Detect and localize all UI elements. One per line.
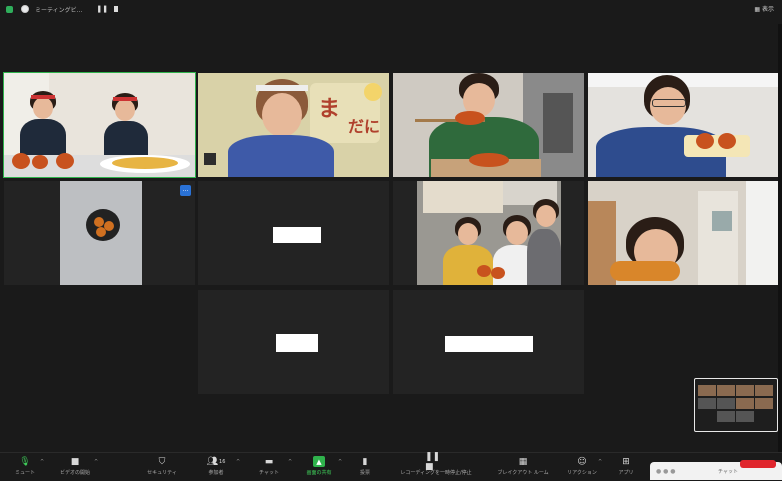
video-options-caret-icon[interactable]: ^: [94, 459, 98, 465]
end-meeting-button[interactable]: [740, 460, 776, 468]
participants-count: 16: [219, 458, 226, 465]
smiley-plus-icon: ☺: [577, 456, 587, 467]
gallery-scrollbar[interactable]: [778, 24, 782, 454]
chat-panel-controls-icon[interactable]: ● ● ●: [656, 468, 676, 475]
stop-icon[interactable]: [114, 6, 119, 12]
breakout-rooms-button[interactable]: ▦ ブレイクアウト ルーム: [492, 453, 554, 481]
reactions-button[interactable]: ☺ リアクション: [562, 453, 602, 481]
video-tile-child-eating[interactable]: [588, 181, 779, 285]
video-tile-family-kitchen[interactable]: [393, 181, 584, 285]
breakout-grid-icon: ▦: [518, 456, 528, 467]
breakout-rooms-label: ブレイクアウト ルーム: [497, 470, 549, 476]
chat-bubble-icon: ▬: [264, 456, 274, 467]
participant-name-placeholder: [445, 336, 533, 352]
chat-label: チャット: [259, 470, 279, 476]
pause-stop-recording-icon: ❚❚ ■: [425, 451, 441, 472]
chat-caret-icon[interactable]: ^: [288, 459, 292, 465]
chat-button[interactable]: ▬ チャット: [252, 453, 286, 481]
video-tile-camera-off-1[interactable]: [198, 181, 389, 285]
mute-label: ミュート: [14, 470, 35, 476]
apps-label: アプリ: [618, 470, 634, 476]
participant-name-placeholder: [273, 227, 321, 243]
security-shield-icon: ⛉: [158, 456, 166, 467]
security-label: セキュリティ: [147, 470, 177, 476]
shield-icon[interactable]: [6, 5, 13, 13]
reactions-label: リアクション: [567, 470, 597, 476]
view-label: 表示: [761, 6, 774, 13]
poll-label: 投票: [359, 470, 370, 476]
participants-caret-icon[interactable]: ^: [236, 459, 240, 465]
participants-label: 参加者: [208, 470, 224, 476]
share-screen-label: 画面の共有: [306, 470, 332, 476]
share-caret-icon[interactable]: ^: [338, 459, 342, 465]
microphone-icon: 🎙︎: [19, 456, 31, 467]
recording-label: レコーディングを一時停止/停止: [400, 470, 472, 476]
participants-button[interactable]: 👥︎ 16 参加者: [200, 453, 232, 481]
share-screen-icon: ▲: [313, 456, 325, 467]
view-button[interactable]: ▦ 表示: [754, 4, 774, 13]
meeting-top-bar: ミーティングビ... ❚❚ ▦ 表示: [0, 0, 782, 18]
participant-name-placeholder: [276, 334, 318, 352]
meeting-title: ミーティングビ...: [35, 6, 83, 14]
chat-panel-title: チャット: [718, 469, 738, 475]
video-tile-host-banner[interactable]: ま だに: [198, 73, 389, 177]
video-tile-plate-topdown[interactable]: …: [4, 181, 195, 285]
video-tile-camera-off-2[interactable]: [198, 290, 389, 394]
start-video-label: ビデオの開始: [59, 470, 90, 476]
gallery-thumbnail-preview[interactable]: [694, 378, 778, 432]
more-options-icon[interactable]: …: [180, 185, 191, 196]
poll-button[interactable]: ▮ 投票: [352, 453, 378, 481]
apps-icon: ⊞: [622, 456, 630, 467]
video-camera-icon: ■: [70, 456, 80, 467]
chat-panel-collapsed[interactable]: ● ● ● チャット: [650, 460, 782, 480]
security-button[interactable]: ⛉ セキュリティ: [140, 453, 184, 481]
reactions-caret-icon[interactable]: ^: [598, 459, 602, 465]
apps-button[interactable]: ⊞ アプリ: [614, 453, 638, 481]
start-video-button[interactable]: ■ ビデオの開始: [52, 453, 98, 481]
video-tile-person-with-takoyaki[interactable]: [588, 73, 779, 177]
recording-indicator-icon: [21, 5, 29, 13]
pause-icon[interactable]: ❚❚: [96, 5, 108, 13]
video-tile-woman-eating[interactable]: [393, 73, 584, 177]
audio-options-caret-icon[interactable]: ^: [40, 459, 44, 465]
video-tile-camera-off-3[interactable]: [393, 290, 584, 394]
video-tile-kids-with-food[interactable]: [3, 72, 196, 178]
bar-chart-icon: ▮: [362, 456, 368, 467]
mute-button[interactable]: 🎙︎ ミュート: [8, 453, 42, 481]
recording-controls-button[interactable]: ❚❚ ■ レコーディングを一時停止/停止: [390, 451, 482, 481]
share-screen-button[interactable]: ▲ 画面の共有: [300, 453, 338, 481]
participants-icon: 👥︎ 16: [206, 456, 226, 467]
